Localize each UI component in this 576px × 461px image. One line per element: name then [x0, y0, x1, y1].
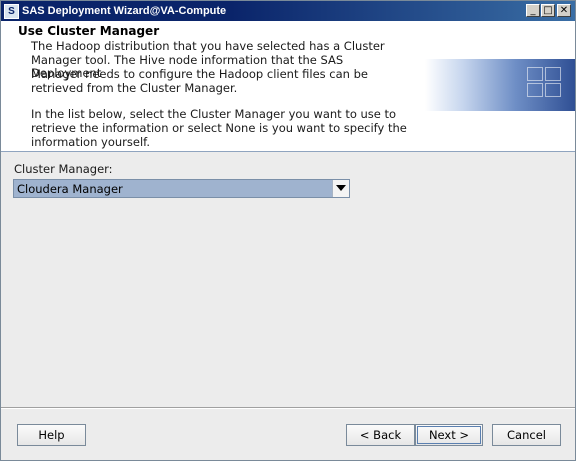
title-bar[interactable]: S SAS Deployment Wizard@VA-Compute _ □ ✕ [1, 1, 575, 21]
header-panel: Use Cluster Manager The Hadoop distribut… [1, 21, 575, 151]
close-button[interactable]: ✕ [557, 4, 571, 17]
next-button[interactable]: Next > [415, 424, 483, 446]
header-divider [1, 151, 575, 152]
instruction-line-3: information yourself. [31, 135, 151, 149]
sas-app-icon[interactable]: S [4, 4, 19, 19]
wizard-window: S SAS Deployment Wizard@VA-Compute _ □ ✕… [0, 0, 576, 461]
page-title: Use Cluster Manager [18, 24, 160, 38]
cancel-button[interactable]: Cancel [492, 424, 561, 446]
instruction-line-2: retrieve the information or select None … [31, 121, 407, 135]
instruction-line-1: In the list below, select the Cluster Ma… [31, 107, 397, 121]
back-button[interactable]: < Back [346, 424, 415, 446]
window-title: SAS Deployment Wizard@VA-Compute [22, 5, 227, 17]
dropdown-button[interactable] [332, 180, 349, 197]
footer-divider [1, 407, 575, 409]
cluster-manager-label: Cluster Manager: [14, 162, 113, 176]
cluster-manager-select[interactable]: Cloudera Manager [13, 179, 350, 198]
cluster-manager-selected-value: Cloudera Manager [17, 182, 123, 196]
description-line-1: The Hadoop distribution that you have se… [31, 39, 385, 53]
maximize-button[interactable]: □ [541, 4, 555, 17]
description-line-4: retrieved from the Cluster Manager. [31, 81, 238, 95]
header-banner-graphic [425, 59, 575, 111]
chevron-down-icon [336, 185, 346, 191]
help-button[interactable]: Help [17, 424, 86, 446]
minimize-button[interactable]: _ [526, 4, 540, 17]
description-line-3: Manager needs to configure the Hadoop cl… [31, 67, 368, 81]
